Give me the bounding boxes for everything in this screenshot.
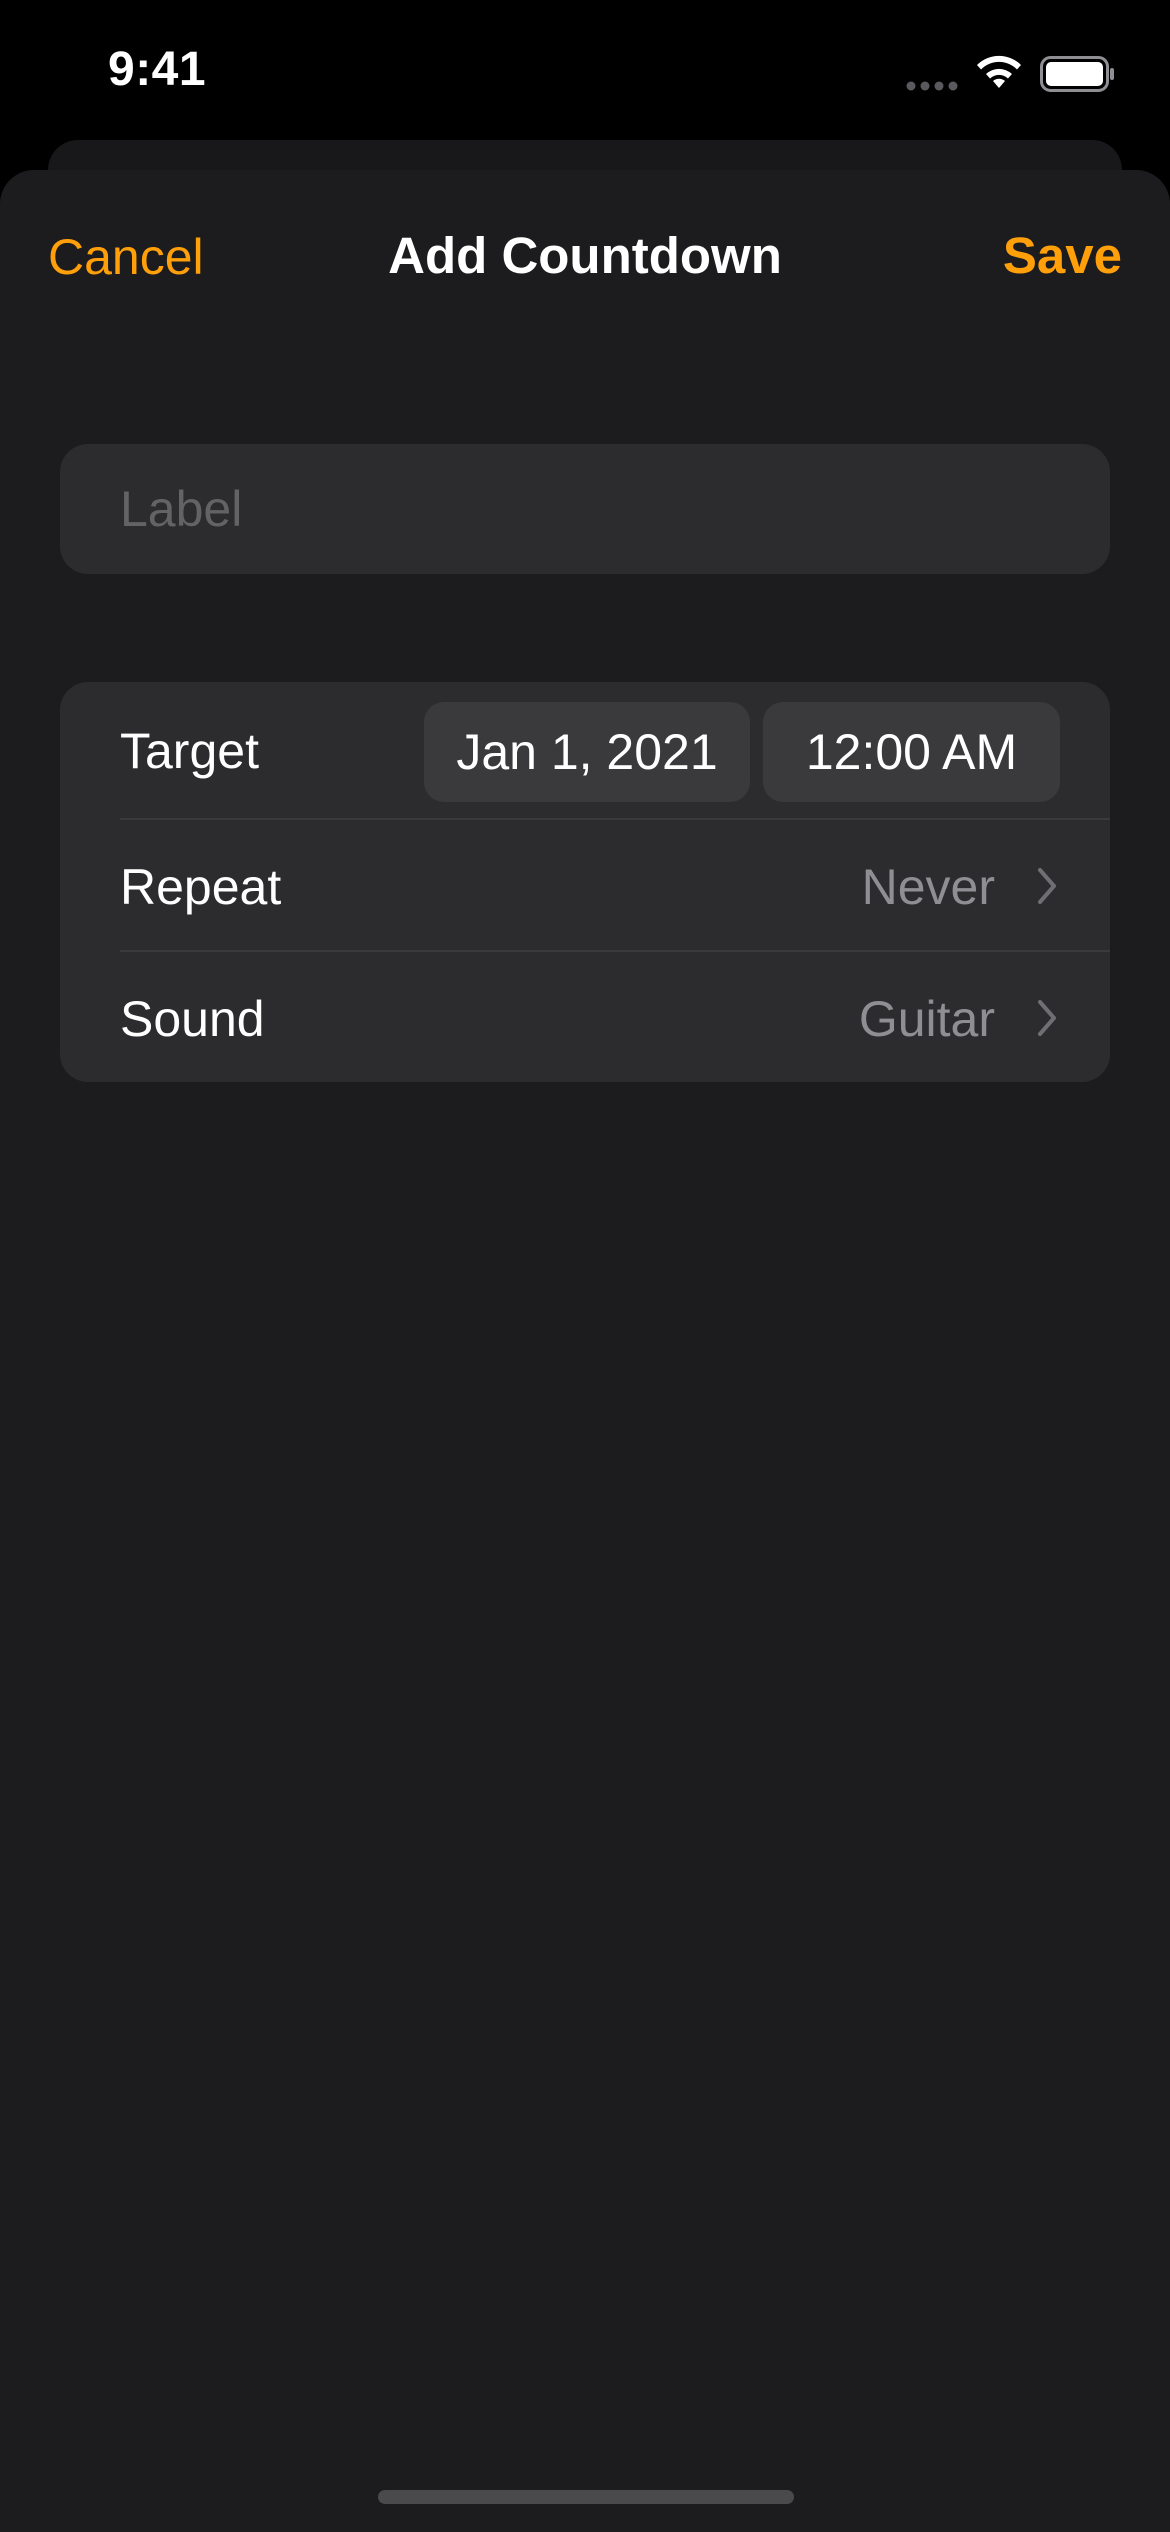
target-date-button[interactable]: Jan 1, 2021	[424, 702, 750, 802]
home-indicator[interactable]	[378, 2490, 794, 2504]
battery-icon	[1040, 56, 1114, 92]
repeat-label: Repeat	[120, 859, 282, 915]
chevron-right-icon	[1038, 1000, 1056, 1036]
label-field[interactable]	[60, 444, 1110, 574]
sound-value: Guitar	[858, 991, 995, 1047]
signal-icon	[906, 81, 958, 91]
target-label: Target	[120, 723, 259, 779]
wifi-icon	[977, 55, 1021, 88]
repeat-row[interactable]: Repeat Never	[60, 820, 1110, 950]
target-row: Target Jan 1, 2021 12:00 AM	[60, 682, 1110, 818]
status-bar: 9:41	[0, 0, 1170, 140]
label-input[interactable]	[120, 444, 1050, 574]
chevron-right-icon	[1038, 868, 1056, 904]
sound-row[interactable]: Sound Guitar	[60, 952, 1110, 1082]
target-time-button[interactable]: 12:00 AM	[763, 702, 1060, 802]
add-countdown-sheet: Cancel Add Countdown Save Target Jan 1, …	[0, 170, 1170, 2532]
cancel-button[interactable]: Cancel	[48, 228, 204, 286]
sound-label: Sound	[120, 991, 265, 1047]
countdown-settings-group: Target Jan 1, 2021 12:00 AM Repeat Never…	[60, 682, 1110, 1082]
repeat-value: Never	[861, 859, 995, 915]
save-button[interactable]: Save	[1003, 226, 1122, 285]
status-time: 9:41	[108, 43, 207, 96]
screen: 9:41 Cancel Add Countdown Save Targe	[0, 0, 1170, 2532]
